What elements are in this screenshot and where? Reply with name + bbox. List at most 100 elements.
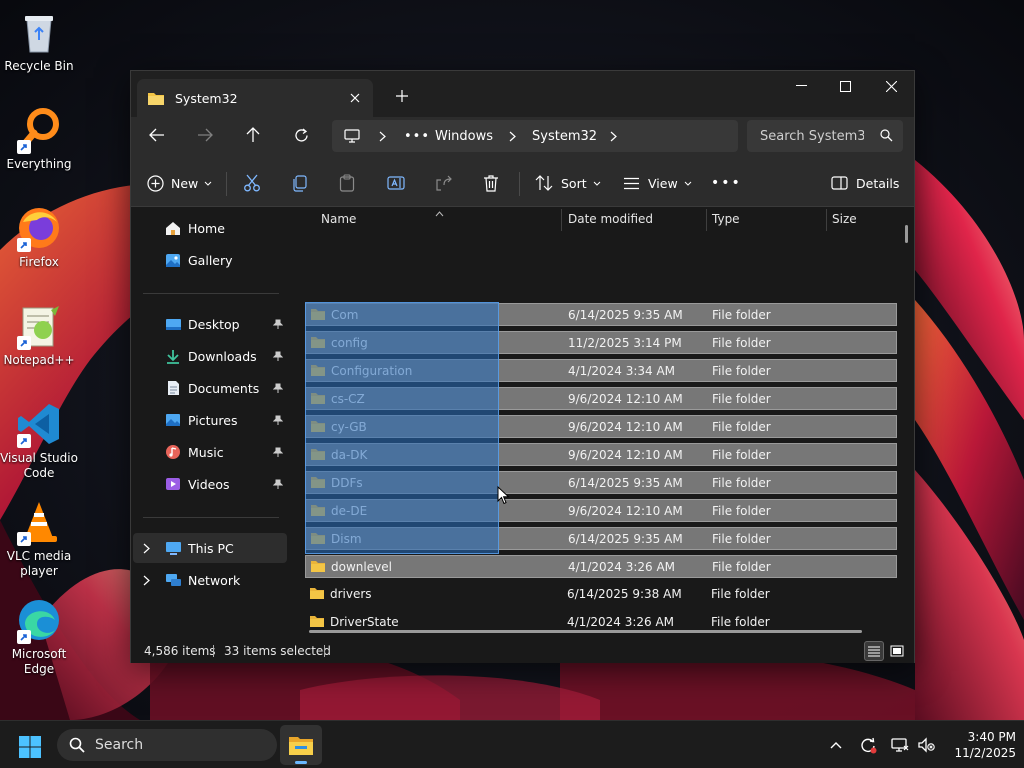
- file-row[interactable]: de-DE 9/6/2024 12:10 AM File folder: [305, 499, 897, 522]
- forward-button[interactable]: [189, 119, 221, 151]
- search-input[interactable]: Search System32: [747, 120, 903, 152]
- file-type: File folder: [711, 614, 770, 629]
- sidebar-item-documents[interactable]: Documents: [133, 373, 287, 403]
- sidebar-item-desktop[interactable]: Desktop: [133, 309, 287, 339]
- details-view-icon[interactable]: [864, 641, 884, 661]
- sidebar-item-videos[interactable]: Videos: [133, 469, 287, 499]
- sidebar-item-network[interactable]: Network: [133, 565, 287, 595]
- plus-circle-icon: [147, 174, 164, 192]
- desktop-icon-edge[interactable]: Microsoft Edge: [0, 596, 78, 677]
- paste-button[interactable]: [339, 168, 355, 198]
- rename-button[interactable]: [387, 168, 405, 198]
- file-row[interactable]: da-DK 9/6/2024 12:10 AM File folder: [305, 443, 897, 466]
- column-header-type[interactable]: Type: [712, 207, 740, 231]
- breadcrumb-chevron-icon[interactable]: [379, 120, 386, 152]
- address-bar[interactable]: ••• Windows System32: [332, 120, 738, 152]
- column-header-size[interactable]: Size: [832, 207, 857, 231]
- breadcrumb-system32[interactable]: System32: [532, 120, 597, 152]
- this-pc-icon[interactable]: [344, 120, 360, 152]
- horizontal-scrollbar[interactable]: [309, 630, 862, 633]
- breadcrumb-chevron-icon[interactable]: [509, 120, 516, 152]
- details-pane-button[interactable]: Details: [831, 168, 899, 198]
- delete-button[interactable]: [483, 168, 499, 198]
- file-row[interactable]: downlevel 4/1/2024 3:26 AM File folder: [305, 555, 897, 578]
- pin-icon[interactable]: [272, 318, 284, 333]
- sort-button[interactable]: Sort: [535, 168, 601, 198]
- cut-button[interactable]: [243, 168, 261, 198]
- file-row[interactable]: Configuration 4/1/2024 3:34 AM File folder: [305, 359, 897, 382]
- notepad-plus-plus-icon: [15, 302, 63, 350]
- file-name-cell: da-DK: [310, 444, 367, 465]
- chevron-right-icon[interactable]: [143, 574, 150, 589]
- desktop-icon-vscode[interactable]: Visual Studio Code: [0, 400, 78, 481]
- tiles-view-icon[interactable]: [887, 641, 907, 661]
- vertical-scrollbar[interactable]: [905, 225, 908, 243]
- breadcrumb-chevron-icon[interactable]: [610, 120, 617, 152]
- pin-icon[interactable]: [272, 350, 284, 365]
- column-divider[interactable]: [826, 209, 827, 231]
- file-row[interactable]: cy-GB 9/6/2024 12:10 AM File folder: [305, 415, 897, 438]
- share-button[interactable]: [435, 168, 453, 198]
- network-icon: [164, 571, 182, 589]
- file-row[interactable]: drivers 6/14/2025 9:38 AM File folder: [305, 583, 897, 606]
- desktop-icon-everything[interactable]: Everything: [0, 106, 78, 172]
- more-options-icon[interactable]: •••: [711, 168, 742, 198]
- sidebar-item-home[interactable]: Home: [133, 213, 287, 243]
- title-bar[interactable]: System32: [131, 71, 914, 117]
- pin-icon[interactable]: [272, 478, 284, 493]
- desktop-icon-notepad-plus-plus[interactable]: Notepad++: [0, 302, 78, 368]
- column-header-name[interactable]: Name: [321, 207, 356, 231]
- desktop-icon-vlc[interactable]: VLC media player: [0, 498, 78, 579]
- show-hidden-icons-chevron-icon[interactable]: [826, 735, 846, 755]
- close-window-button[interactable]: [868, 71, 914, 101]
- sync-status-icon[interactable]: [858, 735, 878, 755]
- file-row[interactable]: config 11/2/2025 3:14 PM File folder: [305, 331, 897, 354]
- file-row[interactable]: Com 6/14/2025 9:35 AM File folder: [305, 303, 897, 326]
- recycle-bin-icon: [15, 8, 63, 56]
- sidebar-item-this-pc[interactable]: This PC: [133, 533, 287, 563]
- desktop-icon-recycle-bin[interactable]: Recycle Bin: [0, 8, 78, 74]
- tab-close-icon[interactable]: [341, 84, 369, 112]
- desktop-icon-label: Microsoft Edge: [11, 647, 67, 676]
- file-name-cell: cy-GB: [310, 416, 367, 437]
- breadcrumb-windows[interactable]: Windows: [435, 120, 493, 152]
- tab-system32[interactable]: System32: [137, 79, 373, 117]
- up-button[interactable]: [237, 119, 269, 151]
- sidebar-item-pictures[interactable]: Pictures: [133, 405, 287, 435]
- pin-icon[interactable]: [272, 446, 284, 461]
- file-name-cell: Dism: [310, 528, 362, 549]
- sidebar-item-gallery[interactable]: Gallery: [133, 245, 287, 275]
- maximize-button[interactable]: [822, 71, 868, 101]
- new-tab-button[interactable]: [389, 83, 415, 109]
- document-icon: [164, 379, 182, 397]
- clock-time: 3:40 PM: [967, 730, 1016, 744]
- volume-muted-icon[interactable]: [916, 735, 936, 755]
- column-divider[interactable]: [561, 209, 562, 231]
- file-explorer-icon: [288, 734, 314, 756]
- start-button[interactable]: [14, 731, 46, 763]
- file-row[interactable]: cs-CZ 9/6/2024 12:10 AM File folder: [305, 387, 897, 410]
- back-button[interactable]: [141, 119, 173, 151]
- chevron-right-icon[interactable]: [143, 542, 150, 557]
- pin-icon[interactable]: [272, 382, 284, 397]
- sidebar-item-label: Pictures: [188, 412, 238, 428]
- sidebar-item-label: Downloads: [188, 348, 257, 364]
- taskbar-clock[interactable]: 3:40 PM 11/2/2025: [940, 729, 1016, 761]
- breadcrumb-overflow-icon[interactable]: •••: [404, 120, 430, 152]
- desktop-icon-firefox[interactable]: Firefox: [0, 204, 78, 270]
- copy-button[interactable]: [291, 168, 308, 198]
- taskbar-search-box[interactable]: Search: [57, 729, 277, 761]
- sidebar-item-music[interactable]: Music: [133, 437, 287, 467]
- taskbar-file-explorer[interactable]: [280, 725, 322, 765]
- column-header-date-modified[interactable]: Date modified: [568, 207, 653, 231]
- column-divider[interactable]: [706, 209, 707, 231]
- pin-icon[interactable]: [272, 414, 284, 429]
- minimize-button[interactable]: [778, 71, 824, 101]
- sidebar-item-downloads[interactable]: Downloads: [133, 341, 287, 371]
- file-row[interactable]: Dism 6/14/2025 9:35 AM File folder: [305, 527, 897, 550]
- view-button[interactable]: View: [623, 168, 692, 198]
- refresh-button[interactable]: [285, 119, 317, 151]
- new-button[interactable]: New: [147, 168, 212, 198]
- network-tray-icon[interactable]: [890, 735, 910, 755]
- file-row[interactable]: DDFs 6/14/2025 9:35 AM File folder: [305, 471, 897, 494]
